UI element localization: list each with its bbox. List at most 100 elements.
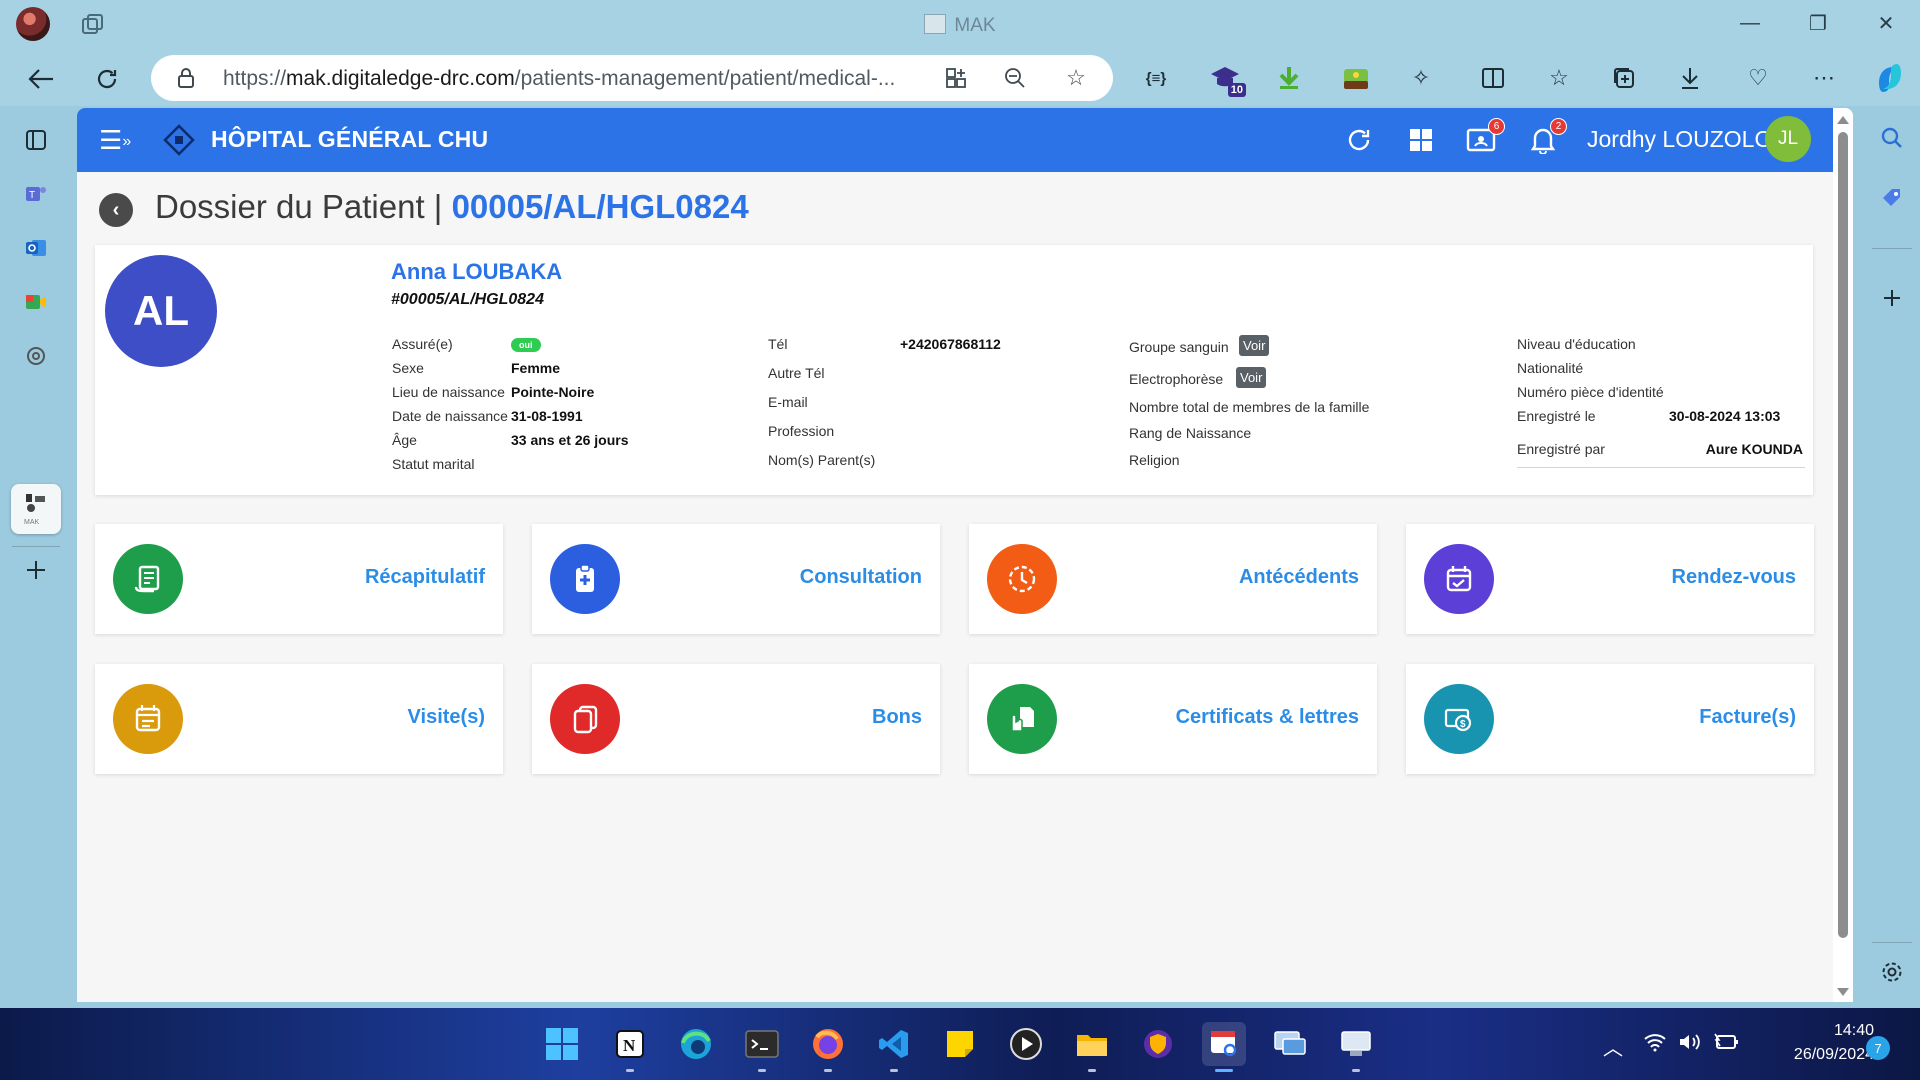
shopping-tag-icon[interactable] <box>1878 184 1906 212</box>
close-button[interactable]: ✕ <box>1852 0 1920 46</box>
menu-toggle-icon[interactable]: ☰» <box>99 127 133 153</box>
graduation-cap-icon[interactable]: 10 <box>1210 63 1246 97</box>
running-indicator <box>626 1069 634 1072</box>
add-sidebar-icon[interactable] <box>1878 284 1906 312</box>
view-blood-group-button[interactable]: Voir <box>1239 335 1270 356</box>
monitor-icon <box>1341 1031 1371 1056</box>
outlook-icon[interactable] <box>18 230 54 266</box>
view-electrophoresis-button[interactable]: Voir <box>1236 367 1267 388</box>
add-sidebar-app-icon[interactable] <box>18 552 54 588</box>
address-bar[interactable]: https://mak.digitaledge-drc.com/patients… <box>151 55 1113 101</box>
history-icon <box>1008 565 1036 593</box>
email-label: E-mail <box>768 394 808 410</box>
running-indicator <box>1352 1069 1360 1072</box>
back-button[interactable]: ‹ <box>99 193 133 227</box>
volume-icon[interactable] <box>1678 1032 1702 1058</box>
page-scrollbar[interactable] <box>1833 108 1853 1002</box>
browser-essentials-icon[interactable]: ♡ <box>1743 63 1773 93</box>
taskbar-sticky-notes[interactable] <box>938 1022 982 1066</box>
tray-overflow-icon[interactable]: ︿ <box>1603 1032 1623 1061</box>
calendar-check-icon <box>1446 566 1472 592</box>
taskbar-media-player[interactable] <box>1004 1022 1048 1066</box>
consultation-queue-icon[interactable]: 6 <box>1465 118 1505 156</box>
taskbar-file-explorer[interactable] <box>1070 1022 1114 1072</box>
download-arrow-extension-icon[interactable] <box>1274 63 1304 93</box>
notifications-bell-icon[interactable]: 2 <box>1527 118 1567 156</box>
battery-charging-icon[interactable] <box>1713 1032 1739 1058</box>
windows-taskbar: N ︿ 14:40 26/09/2024 7 <box>0 1008 1920 1080</box>
scroll-thumb[interactable] <box>1838 132 1848 938</box>
zoom-out-icon[interactable] <box>1002 65 1028 91</box>
google-meet-icon[interactable] <box>18 284 54 320</box>
receipt-icon <box>134 565 160 593</box>
user-name[interactable]: Jordhy LOUZOLO <box>1587 126 1772 153</box>
devtools-icon[interactable]: {≡} <box>1141 63 1171 93</box>
taskbar-vscode[interactable] <box>872 1022 916 1072</box>
refresh-icon[interactable] <box>90 62 124 96</box>
taskbar-clock-date[interactable]: 26/09/2024 <box>1760 1046 1874 1064</box>
document-hand-icon <box>1011 707 1034 732</box>
taskbar-network-app[interactable] <box>1334 1022 1378 1072</box>
minimize-button[interactable]: — <box>1716 0 1784 46</box>
snipping-tool-icon <box>1211 1031 1237 1057</box>
collections-icon[interactable] <box>1609 63 1639 93</box>
taskbar-edge[interactable] <box>674 1022 718 1066</box>
scroll-up-arrow[interactable] <box>1837 116 1849 124</box>
more-menu-icon[interactable]: ⋯ <box>1809 63 1839 93</box>
taskbar-remote-desktop[interactable] <box>1268 1022 1312 1066</box>
tile-consultation[interactable]: Consultation <box>532 524 940 634</box>
favorites-icon[interactable]: ☆ <box>1544 63 1574 93</box>
profession-label: Profession <box>768 423 835 439</box>
app-available-icon[interactable] <box>943 65 969 91</box>
lock-icon[interactable] <box>177 67 195 89</box>
downloads-icon[interactable] <box>1675 63 1705 93</box>
chatgpt-icon[interactable] <box>18 338 54 374</box>
insured-label: Assuré(e) <box>392 336 453 352</box>
taskbar-brave[interactable] <box>1136 1022 1180 1066</box>
tile-visites[interactable]: Visite(s) <box>95 664 503 774</box>
restore-button[interactable]: ❐ <box>1784 0 1852 46</box>
mak-app-shortcut[interactable]: MAK <box>11 484 61 534</box>
tile-bons[interactable]: Bons <box>532 664 940 774</box>
window-controls: — ❐ ✕ <box>1716 0 1920 50</box>
scroll-down-arrow[interactable] <box>1837 988 1849 996</box>
taskbar-snipping-tool[interactable] <box>1202 1022 1246 1072</box>
taskbar-clock-time[interactable]: 14:40 <box>1812 1022 1874 1040</box>
tile-certificats-lettres[interactable]: Certificats & lettres <box>969 664 1377 774</box>
settings-gear-icon[interactable] <box>1878 958 1906 986</box>
tile-label: Certificats & lettres <box>1175 706 1359 728</box>
religion-label: Religion <box>1129 452 1180 468</box>
url-text[interactable]: https://mak.digitaledge-drc.com/patients… <box>223 67 923 91</box>
sidebar-divider <box>1872 942 1912 943</box>
notification-center-badge[interactable]: 7 <box>1866 1036 1890 1060</box>
user-avatar[interactable]: JL <box>1765 116 1811 162</box>
planner-extension-icon[interactable] <box>1341 63 1371 93</box>
teams-icon[interactable]: T <box>18 176 54 212</box>
tile-icon-circle <box>113 684 183 754</box>
record-number: 00005/AL/HGL0824 <box>451 188 749 225</box>
wifi-icon[interactable] <box>1643 1032 1667 1058</box>
window-title: MAK <box>0 14 1920 37</box>
tile-icon-circle <box>550 684 620 754</box>
apps-grid-icon[interactable] <box>1405 124 1437 156</box>
start-button[interactable] <box>540 1022 584 1066</box>
windows-logo-icon <box>546 1028 578 1060</box>
tile-recapitulatif[interactable]: Récapitulatif <box>95 524 503 634</box>
refresh-page-icon[interactable] <box>1343 124 1375 156</box>
taskbar-notion[interactable]: N <box>608 1022 652 1072</box>
copilot-sidebar <box>1864 106 1920 1006</box>
search-icon[interactable] <box>1878 124 1906 152</box>
tile-antecedents[interactable]: Antécédents <box>969 524 1377 634</box>
favorite-star-icon[interactable]: ☆ <box>1063 65 1089 91</box>
split-screen-icon[interactable] <box>1478 63 1508 93</box>
taskbar-terminal[interactable] <box>740 1022 784 1072</box>
tile-factures[interactable]: $ Facture(s) <box>1406 664 1814 774</box>
vertical-tabs-icon[interactable] <box>18 122 54 158</box>
back-icon[interactable] <box>24 62 58 96</box>
extensions-icon[interactable]: ✧ <box>1406 63 1436 93</box>
tile-icon-circle <box>987 544 1057 614</box>
copilot-icon[interactable] <box>1872 60 1908 96</box>
tile-rendez-vous[interactable]: Rendez-vous <box>1406 524 1814 634</box>
taskbar-firefox[interactable] <box>806 1022 850 1072</box>
marital-status-label: Statut marital <box>392 456 475 472</box>
